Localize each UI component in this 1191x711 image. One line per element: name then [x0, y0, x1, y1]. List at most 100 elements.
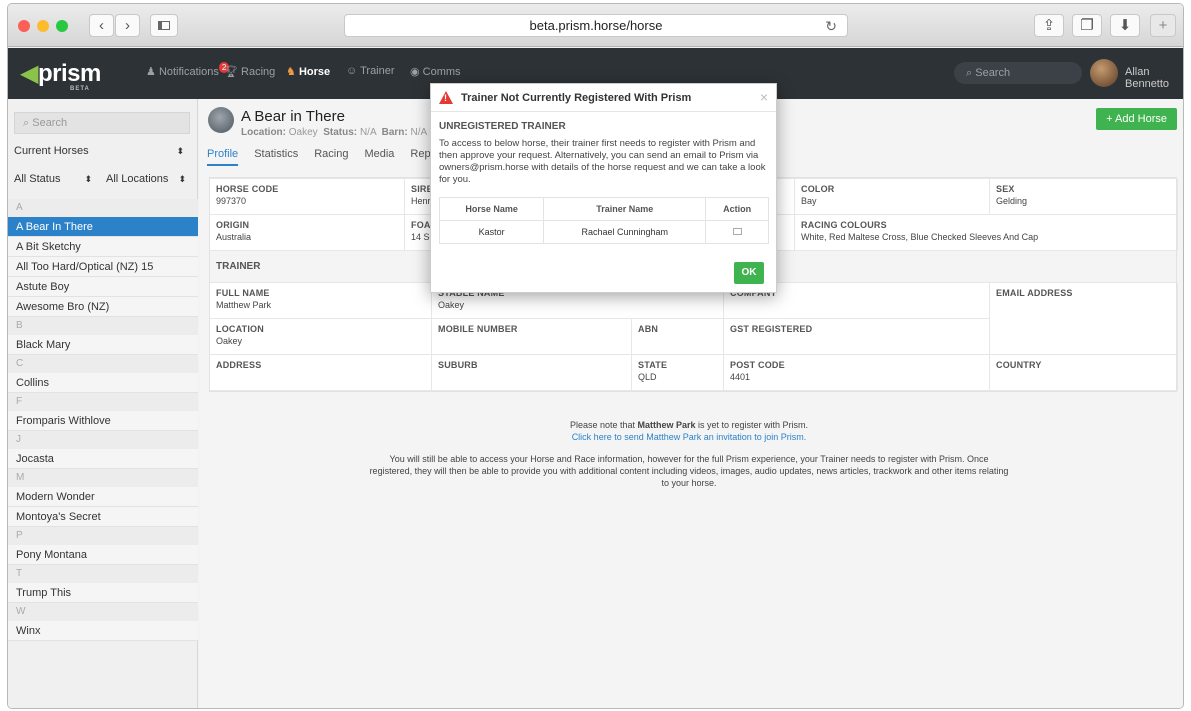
bell-icon: ♟: [146, 66, 156, 78]
list-item[interactable]: All Too Hard/Optical (NZ) 15: [8, 257, 198, 277]
list-item[interactable]: Modern Wonder: [8, 487, 198, 507]
ok-button[interactable]: OK: [734, 262, 764, 284]
plus-icon: +: [1158, 17, 1168, 34]
racing-colours-cell: RACING COLOURS White, Red Maltese Cross, …: [795, 215, 1178, 251]
share-button[interactable]: ⇪: [1034, 14, 1064, 37]
nav-comms[interactable]: ◉ Comms: [410, 65, 461, 78]
list-item[interactable]: Awesome Bro (NZ): [8, 297, 198, 317]
list-item[interactable]: Montoya's Secret: [8, 507, 198, 527]
list-item[interactable]: Astute Boy: [8, 277, 198, 297]
horse-avatar: [208, 107, 234, 133]
nav-search-input[interactable]: ⌕ Search: [954, 62, 1082, 84]
horse-list: AA Bear In There A Bit Sketchy All Too Har…: [8, 199, 198, 641]
reload-icon[interactable]: ↻: [825, 15, 837, 37]
warning-icon: !: [439, 91, 453, 104]
list-item[interactable]: Black Mary: [8, 335, 198, 355]
list-group-header: A: [8, 199, 198, 217]
chat-icon: ◉: [410, 66, 420, 78]
horse-code-cell: HORSE CODE 997370: [210, 179, 405, 215]
mobile-cell: MOBILE NUMBER: [432, 319, 632, 355]
tab-racing[interactable]: Racing: [314, 148, 348, 164]
postcode-cell: POST CODE 4401: [724, 355, 990, 391]
suburb-cell: SUBURB: [432, 355, 632, 391]
current-horses-select[interactable]: Current Horses ⬍: [8, 141, 190, 161]
trophy-icon: 🏆︎: [224, 66, 238, 78]
color-cell: COLOR Bay: [795, 179, 990, 215]
search-icon: ⌕: [966, 67, 973, 79]
share-icon: ⇪: [1042, 17, 1056, 34]
email-icon[interactable]: [732, 228, 742, 235]
nav-horse[interactable]: ♞ Horse: [286, 65, 330, 78]
select-chevron-icon: ⬍: [178, 174, 186, 184]
trainer-row: FULL NAME Matthew Park STABLE NAME Oakey C…: [210, 282, 1178, 391]
table-row: Kastor Rachael Cunningham: [438, 220, 769, 244]
abn-cell: ABN: [632, 319, 724, 355]
browser-window: ‹ › beta.prism.horse/horse ↻ ⇪ ❐ ⬇ + ◀pri…: [7, 3, 1184, 709]
modal-table: Horse Name Trainer Name Action Kastor Racha…: [438, 197, 769, 244]
unregistered-trainer-modal: ! Trainer Not Currently Registered With …: [430, 83, 777, 293]
logo-text: prism: [37, 60, 101, 87]
minimize-window-button[interactable]: [37, 20, 49, 32]
list-group-header: C: [8, 355, 198, 373]
list-item[interactable]: Pony Montana: [8, 545, 198, 565]
list-item[interactable]: Collins: [8, 373, 198, 393]
horse-tabs: Profile Statistics Racing Media Repo: [207, 148, 453, 166]
tab-statistics[interactable]: Statistics: [254, 148, 298, 164]
location-select[interactable]: All Locations ⬍: [100, 169, 192, 189]
add-horse-button[interactable]: + Add Horse: [1096, 108, 1177, 130]
list-group-header: P: [8, 527, 198, 545]
download-icon: ⬇: [1118, 17, 1132, 34]
list-item[interactable]: Jocasta: [8, 449, 198, 469]
list-group-header: T: [8, 565, 198, 583]
nav-racing[interactable]: 🏆︎ Racing: [224, 65, 275, 78]
sidebar-toggle-button[interactable]: [150, 14, 178, 37]
status-select[interactable]: All Status ⬍: [8, 169, 98, 189]
user-name[interactable]: Allan Bennetto: [1125, 66, 1183, 90]
state-cell: STATE QLD: [632, 355, 724, 391]
new-tab-button[interactable]: +: [1150, 14, 1176, 37]
back-button[interactable]: ‹: [89, 14, 114, 37]
list-item[interactable]: A Bear In There: [8, 217, 198, 237]
list-group-header: J: [8, 431, 198, 449]
list-item[interactable]: Fromparis Withlove: [8, 411, 198, 431]
modal-header: ! Trainer Not Currently Registered With …: [431, 84, 776, 112]
user-avatar[interactable]: [1090, 59, 1118, 87]
tabs-overview-button[interactable]: ❐: [1072, 14, 1102, 37]
logo-beta: BETA: [70, 86, 90, 92]
registration-info-text: You will still be able to access your Ho…: [369, 454, 1009, 488]
url-text: beta.prism.horse/horse: [529, 18, 663, 33]
prism-logo[interactable]: ◀prism BETA: [20, 59, 101, 92]
modal-body: To access to below horse, their trainer …: [439, 138, 766, 185]
tabs-icon: ❐: [1080, 17, 1094, 34]
email-cell: EMAIL ADDRESS: [990, 283, 1178, 355]
list-item[interactable]: A Bit Sketchy: [8, 237, 198, 257]
list-group-header: M: [8, 469, 198, 487]
sex-cell: SEX Gelding: [990, 179, 1178, 215]
tab-media[interactable]: Media: [364, 148, 394, 164]
gst-cell: GST REGISTERED: [724, 319, 990, 355]
search-icon: ⌕: [23, 117, 30, 129]
list-group-header: F: [8, 393, 198, 411]
zoom-window-button[interactable]: [56, 20, 68, 32]
list-item[interactable]: Trump This: [8, 583, 198, 603]
nav-notifications[interactable]: ♟ Notifications 2: [146, 62, 230, 78]
close-icon[interactable]: ×: [760, 89, 768, 105]
list-item[interactable]: Winx: [8, 621, 198, 641]
address-bar[interactable]: beta.prism.horse/horse ↻: [344, 14, 848, 37]
sidebar-icon: [158, 21, 170, 30]
modal-title: Trainer Not Currently Registered With Pr…: [461, 92, 692, 104]
horse-title: A Bear in There: [241, 108, 345, 125]
nav-trainer[interactable]: ☺ Trainer: [346, 65, 395, 77]
tab-profile[interactable]: Profile: [207, 148, 239, 166]
trainer-name-cell: FULL NAME Matthew Park: [210, 283, 432, 319]
country-cell: COUNTRY: [990, 355, 1178, 391]
forward-button[interactable]: ›: [115, 14, 140, 37]
horse-meta: Location: Oakey Status: N/A Barn: N/A: [241, 127, 428, 138]
list-group-header: W: [8, 603, 198, 621]
downloads-button[interactable]: ⬇: [1110, 14, 1140, 37]
registration-note: Please note that Matthew Park is yet to …: [369, 420, 1009, 488]
select-chevron-icon: ⬍: [176, 146, 184, 156]
sidebar-search-input[interactable]: ⌕ Search: [14, 112, 190, 134]
invite-trainer-link[interactable]: Click here to send Matthew Park an invit…: [572, 432, 807, 442]
close-window-button[interactable]: [18, 20, 30, 32]
